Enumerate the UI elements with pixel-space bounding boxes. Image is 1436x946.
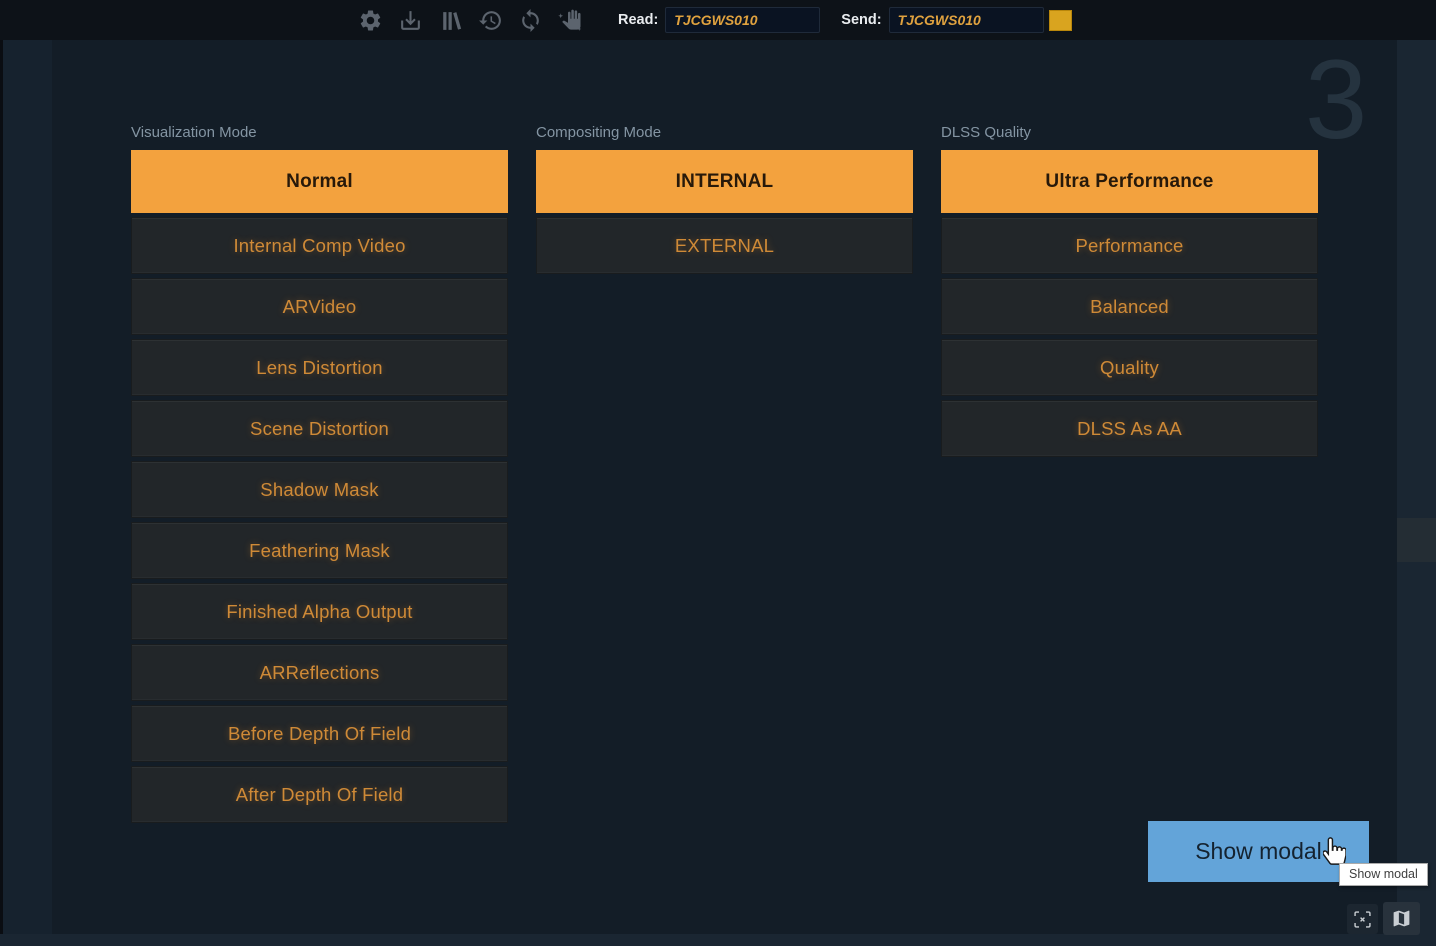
compositing-mode-panel: Compositing Mode INTERNAL EXTERNAL <box>536 124 913 274</box>
show-modal-tooltip: Show modal <box>1339 863 1428 886</box>
dlss-option-ultra-performance[interactable]: Ultra Performance <box>941 150 1318 213</box>
visualization-mode-panel: Visualization Mode Normal Internal Comp … <box>131 124 508 823</box>
app-window: Read: Send: 3 Visualization Mode Normal … <box>0 0 1436 946</box>
dlss-quality-panel: DLSS Quality Ultra Performance Performan… <box>941 124 1318 457</box>
send-label: Send: <box>841 12 881 28</box>
comp-option-external[interactable]: EXTERNAL <box>536 217 913 274</box>
dlss-option-dlss-as-aa[interactable]: DLSS As AA <box>941 400 1318 457</box>
fit-view-icon <box>1352 909 1373 930</box>
library-books-icon[interactable] <box>438 8 463 33</box>
visualization-mode-label: Visualization Mode <box>131 124 508 141</box>
compositing-mode-label: Compositing Mode <box>536 124 913 141</box>
right-scrollbar-track <box>1397 40 1436 934</box>
dlss-option-performance[interactable]: Performance <box>941 217 1318 274</box>
refresh-sync-icon[interactable] <box>518 8 543 33</box>
status-swatch[interactable] <box>1049 10 1072 31</box>
history-icon[interactable] <box>478 8 503 33</box>
read-input[interactable] <box>665 7 820 33</box>
viz-option-scene-distortion[interactable]: Scene Distortion <box>131 400 508 457</box>
fit-view-button[interactable] <box>1347 904 1378 934</box>
viz-option-before-depth-of-field[interactable]: Before Depth Of Field <box>131 705 508 762</box>
dlss-option-quality[interactable]: Quality <box>941 339 1318 396</box>
viz-option-arreflections[interactable]: ARReflections <box>131 644 508 701</box>
dlss-quality-label: DLSS Quality <box>941 124 1318 141</box>
viz-option-after-depth-of-field[interactable]: After Depth Of Field <box>131 766 508 823</box>
viz-option-internal-comp-video[interactable]: Internal Comp Video <box>131 217 508 274</box>
viz-option-finished-alpha-output[interactable]: Finished Alpha Output <box>131 583 508 640</box>
toolbar-icon-group <box>358 0 583 40</box>
bottom-band <box>0 934 1436 946</box>
comp-option-internal[interactable]: INTERNAL <box>536 150 913 213</box>
send-input[interactable] <box>889 7 1044 33</box>
viz-option-feathering-mask[interactable]: Feathering Mask <box>131 522 508 579</box>
dlss-option-balanced[interactable]: Balanced <box>941 278 1318 335</box>
viz-option-arvideo[interactable]: ARVideo <box>131 278 508 335</box>
scrollbar-thumb[interactable] <box>1397 518 1436 562</box>
left-edge-strip <box>0 0 3 946</box>
map-icon <box>1391 908 1412 929</box>
settings-gear-icon[interactable] <box>358 8 383 33</box>
cursor-pointer <box>1323 837 1346 865</box>
read-send-group: Read: Send: <box>618 0 1044 40</box>
map-button[interactable] <box>1383 902 1420 935</box>
download-icon[interactable] <box>398 8 423 33</box>
left-margin-band <box>3 40 52 946</box>
magic-hand-icon[interactable] <box>558 8 583 33</box>
top-toolbar: Read: Send: <box>0 0 1436 40</box>
viz-option-normal[interactable]: Normal <box>131 150 508 213</box>
viz-option-shadow-mask[interactable]: Shadow Mask <box>131 461 508 518</box>
read-label: Read: <box>618 12 658 28</box>
viz-option-lens-distortion[interactable]: Lens Distortion <box>131 339 508 396</box>
